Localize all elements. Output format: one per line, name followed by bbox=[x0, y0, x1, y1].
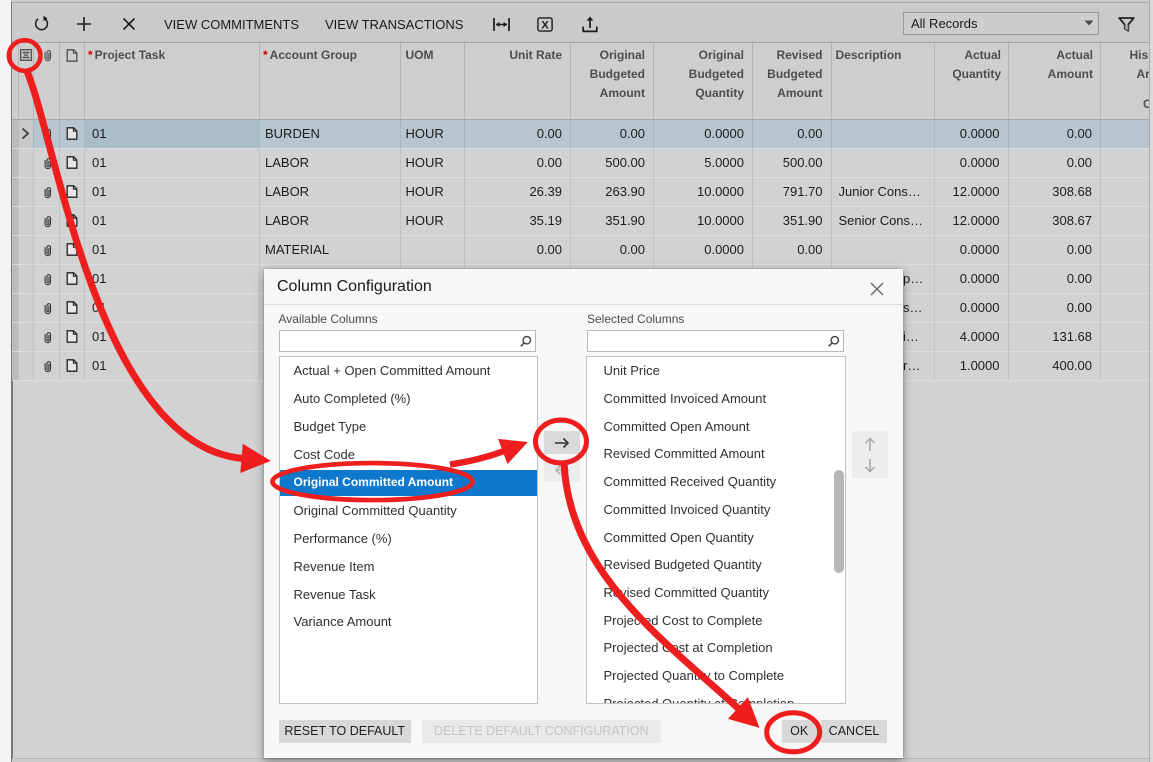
svg-text:X: X bbox=[541, 19, 549, 31]
